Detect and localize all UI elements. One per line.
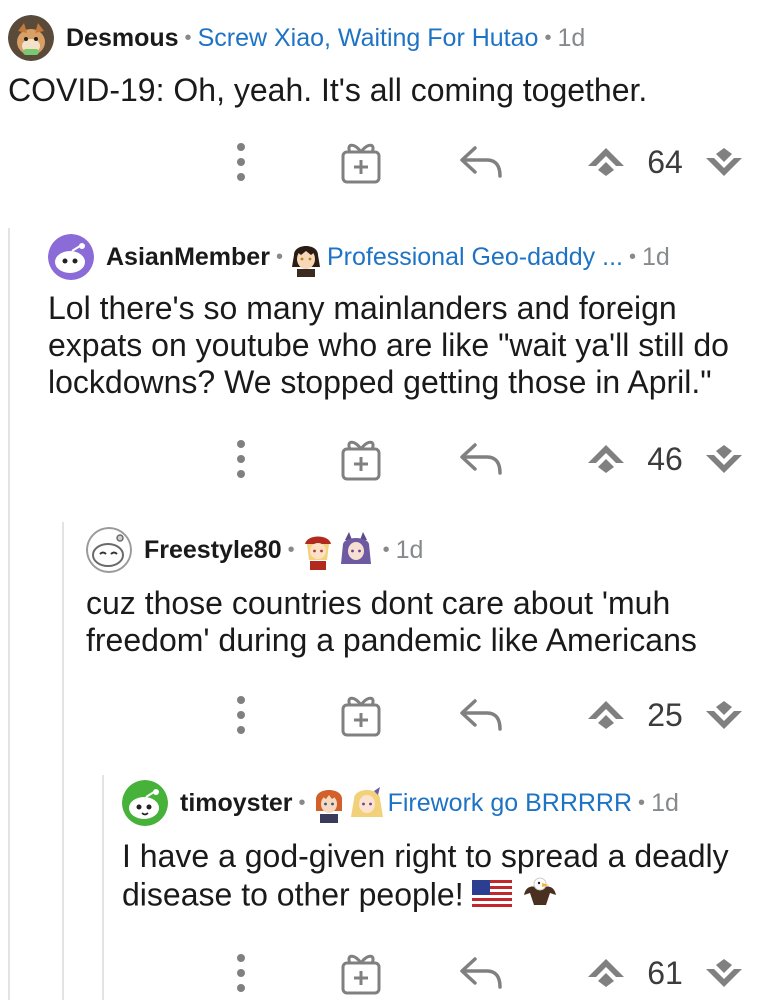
- reply-arrow-icon: [460, 443, 502, 475]
- separator-dot: •: [184, 26, 192, 49]
- downvote-button[interactable]: [702, 137, 746, 187]
- user-flair[interactable]: Firework go BRRRRR: [388, 789, 632, 818]
- downvote-icon: [706, 148, 742, 176]
- more-options-button[interactable]: [224, 948, 258, 998]
- comment-header: Desmous • Screw Xiao, Waiting For Hutao …: [8, 15, 585, 61]
- flair-character-icon: [301, 530, 335, 570]
- comment-text: Lol there's so many mainlanders and fore…: [48, 290, 729, 400]
- vote-score: 46: [647, 440, 683, 477]
- avatar[interactable]: [122, 780, 168, 826]
- reply-arrow-icon: [460, 957, 502, 989]
- reply-arrow-icon: [460, 699, 502, 731]
- vertical-ellipsis-icon: [237, 696, 245, 734]
- comment-actions: 46: [0, 434, 768, 484]
- vote-score: 61: [647, 954, 683, 991]
- flair-character-icon: [339, 530, 373, 570]
- downvote-button[interactable]: [702, 690, 746, 740]
- downvote-icon: [706, 959, 742, 987]
- comment-body: COVID-19: Oh, yeah. It's all coming toge…: [8, 72, 748, 109]
- downvote-button[interactable]: [702, 948, 746, 998]
- downvote-button[interactable]: [702, 434, 746, 484]
- reply-button[interactable]: [456, 434, 506, 484]
- comment-actions: 64: [0, 137, 768, 187]
- gift-icon: [341, 440, 381, 481]
- upvote-button[interactable]: [584, 137, 628, 187]
- more-options-button[interactable]: [224, 137, 258, 187]
- avatar[interactable]: [8, 15, 54, 61]
- more-options-button[interactable]: [224, 690, 258, 740]
- timestamp: 1d: [395, 535, 424, 564]
- comment-actions: 25: [0, 690, 768, 740]
- comment-text: COVID-19: Oh, yeah. It's all coming toge…: [8, 72, 648, 108]
- separator-dot: •: [638, 791, 646, 814]
- comment-body: cuz those countries dont care about 'muh…: [86, 585, 746, 659]
- comment-header: timoyster • Firework go BRRRRR • 1d: [122, 780, 679, 826]
- flair-character-icon: [289, 237, 323, 277]
- thread-line-level-1[interactable]: [8, 228, 10, 1000]
- reply-button[interactable]: [456, 690, 506, 740]
- gift-icon: [341, 143, 381, 184]
- user-flair[interactable]: Screw Xiao, Waiting For Hutao: [198, 24, 539, 53]
- upvote-button[interactable]: [584, 690, 628, 740]
- timestamp: 1d: [557, 23, 586, 52]
- separator-dot: •: [298, 791, 306, 814]
- gift-icon: [341, 954, 381, 995]
- give-award-button[interactable]: [336, 690, 386, 740]
- reply-arrow-icon: [460, 146, 502, 178]
- comment-text-content: I have a god-given right to spread a dea…: [122, 838, 729, 913]
- upvote-icon: [588, 701, 624, 729]
- separator-dot: •: [275, 245, 283, 268]
- username[interactable]: Freestyle80: [144, 536, 282, 565]
- username[interactable]: timoyster: [180, 789, 293, 818]
- give-award-button[interactable]: [336, 434, 386, 484]
- us-flag-emoji-icon: [471, 879, 512, 916]
- downvote-icon: [706, 445, 742, 473]
- avatar[interactable]: [86, 527, 132, 573]
- upvote-button[interactable]: [584, 434, 628, 484]
- upvote-button[interactable]: [584, 948, 628, 998]
- upvote-icon: [588, 445, 624, 473]
- username[interactable]: AsianMember: [106, 243, 270, 272]
- comment-text: cuz those countries dont care about 'muh…: [86, 585, 697, 658]
- username[interactable]: Desmous: [66, 24, 179, 53]
- vote-score: 25: [647, 696, 683, 733]
- more-options-button[interactable]: [224, 434, 258, 484]
- vertical-ellipsis-icon: [237, 143, 245, 181]
- vote-score: 64: [647, 143, 683, 180]
- comment-text: I have a god-given right to spread a dea…: [122, 838, 750, 919]
- vertical-ellipsis-icon: [237, 440, 245, 478]
- give-award-button[interactable]: [336, 137, 386, 187]
- timestamp: 1d: [641, 242, 670, 271]
- give-award-button[interactable]: [336, 948, 386, 998]
- comment-body: I have a god-given right to spread a dea…: [122, 838, 750, 919]
- separator-dot: •: [382, 538, 390, 561]
- flair-character-icon: [350, 783, 384, 823]
- flair-character-icon: [312, 783, 346, 823]
- upvote-icon: [588, 148, 624, 176]
- comment-body: Lol there's so many mainlanders and fore…: [48, 290, 758, 401]
- separator-dot: •: [287, 538, 295, 561]
- upvote-icon: [588, 959, 624, 987]
- comment-actions: 61: [0, 948, 768, 998]
- comment-header: AsianMember • Professional Geo-daddy ...…: [48, 234, 670, 280]
- user-flair[interactable]: Professional Geo-daddy ...: [327, 243, 623, 272]
- thread-line-level-2[interactable]: [62, 522, 64, 1000]
- vertical-ellipsis-icon: [237, 954, 245, 992]
- reply-button[interactable]: [456, 948, 506, 998]
- downvote-icon: [706, 701, 742, 729]
- comment-header: Freestyle80 • • 1d: [86, 527, 423, 573]
- gift-icon: [341, 696, 381, 737]
- separator-dot: •: [544, 26, 552, 49]
- eagle-emoji-icon: [520, 875, 560, 919]
- timestamp: 1d: [651, 788, 679, 817]
- avatar[interactable]: [48, 234, 94, 280]
- separator-dot: •: [628, 245, 636, 268]
- reply-button[interactable]: [456, 137, 506, 187]
